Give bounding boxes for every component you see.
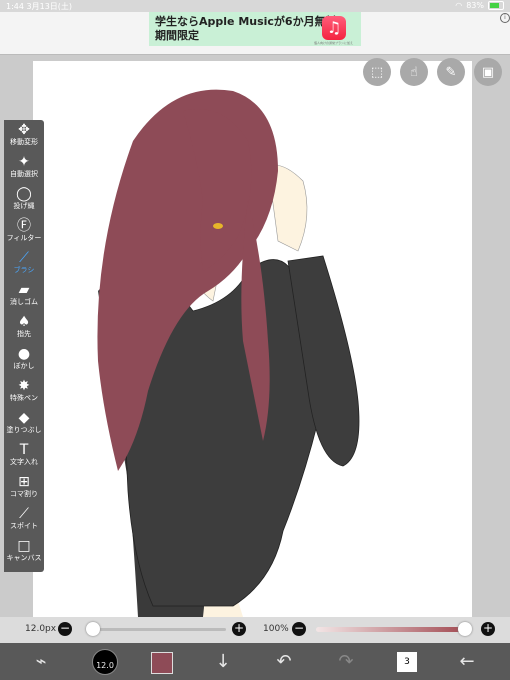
tool-filter[interactable]: Ⓕ フィルター [4, 216, 44, 248]
apple-music-icon: ♫ [322, 16, 346, 40]
magic-wand-icon: ✦ [18, 154, 30, 170]
tool-lasso[interactable]: ◯ 投げ縄 [4, 184, 44, 216]
status-bar: 1:44 3月13日(土) ◠ 83% [0, 0, 510, 12]
blur-drop-icon: ● [17, 346, 31, 362]
brush-size-increase-button[interactable]: + [232, 622, 246, 636]
arrow-down-icon[interactable]: ↓ [210, 649, 236, 675]
hand-gesture-icon[interactable]: ☝ [400, 58, 428, 86]
smudge-icon: ♠ [17, 314, 31, 330]
layers-icon[interactable]: 3 [397, 652, 417, 672]
brush-preview-size: 12.0 [96, 661, 114, 670]
tool-special-pen[interactable]: ✸ 特殊ペン [4, 376, 44, 408]
info-icon[interactable]: i [500, 13, 510, 23]
opacity-increase-button[interactable]: + [481, 622, 495, 636]
tool-move-transform[interactable]: ✥ 移動変形 [4, 120, 44, 152]
move-icon: ✥ [18, 122, 30, 138]
tool-blur[interactable]: ● ぼかし [4, 344, 44, 376]
brush-settings-icon[interactable]: ⌁ [28, 649, 54, 675]
tool-brush[interactable]: ⟋ ブラシ [4, 248, 44, 280]
ad-text: 学生ならApple Musicが6か月無料。 期間限定 [155, 15, 348, 42]
redo-icon[interactable]: ↷ [333, 649, 359, 675]
lasso-icon: ◯ [16, 186, 32, 202]
canvas-top-tools: ⬚ ☝ ✎ ▣ [363, 58, 502, 86]
brush-size-slider-track[interactable] [90, 628, 226, 631]
eyedropper-icon: ⟋ [19, 506, 29, 522]
status-right: ◠ 83% [455, 1, 504, 10]
tool-smudge[interactable]: ♠ 指先 [4, 312, 44, 344]
ad-fine-print: 個人向けの通常プランに加え [314, 41, 354, 45]
wifi-icon: ◠ [455, 1, 463, 10]
panel-divide-icon: ⊞ [18, 474, 30, 490]
tool-eraser[interactable]: ▰ 消しゴム [4, 280, 44, 312]
tool-eyedropper[interactable]: ⟋ スポイト [4, 504, 44, 536]
brush-size-decrease-button[interactable]: − [58, 622, 72, 636]
opacity-decrease-button[interactable]: − [292, 622, 306, 636]
brush-size-readout: 12.0px [25, 624, 57, 634]
canvas-icon: □ [17, 538, 31, 554]
text-icon: T [19, 442, 29, 458]
battery-icon [488, 1, 504, 10]
bottom-toolbar: ⌁ ↓ ↶ ↷ ← [0, 643, 510, 680]
tool-text[interactable]: T 文字入れ [4, 440, 44, 472]
pen-icon[interactable]: ✎ [437, 58, 465, 86]
opacity-slider-track[interactable] [316, 627, 466, 632]
brush-icon: ⟋ [19, 250, 29, 266]
workspace [0, 55, 510, 617]
left-toolbar: ✥ 移動変形 ✦ 自動選択 ◯ 投げ縄 Ⓕ フィルター ⟋ ブラシ ▰ 消しゴム ♠ 指先 ●… [4, 120, 44, 572]
opacity-readout: 100% [263, 624, 289, 634]
opacity-slider-thumb[interactable] [458, 622, 472, 636]
slider-row: 12.0px − + 100% − + [0, 617, 510, 643]
material-image-icon[interactable]: ▣ [474, 58, 502, 86]
selection-icon[interactable]: ⬚ [363, 58, 391, 86]
eraser-icon: ▰ [18, 282, 30, 298]
undo-icon[interactable]: ↶ [271, 649, 297, 675]
special-pen-icon: ✸ [18, 378, 30, 394]
tool-fill[interactable]: ◆ 塗りつぶし [4, 408, 44, 440]
fill-bucket-icon: ◆ [18, 410, 30, 426]
tool-canvas[interactable]: □ キャンバス [4, 536, 44, 568]
ad-bar: 学生ならApple Musicが6か月無料。 期間限定 ♫ 個人向けの通常プラン… [0, 12, 510, 55]
battery-percent: 83% [466, 1, 484, 10]
color-swatch[interactable] [151, 652, 173, 674]
tool-auto-select[interactable]: ✦ 自動選択 [4, 152, 44, 184]
tool-panel-divide[interactable]: ⊞ コマ割り [4, 472, 44, 504]
fx-icon: Ⓕ [17, 218, 31, 234]
status-time: 1:44 3月13日(土) [6, 2, 73, 11]
brush-size-slider-thumb[interactable] [86, 622, 100, 636]
drawing-canvas[interactable] [33, 61, 472, 617]
artwork-illustration [97, 89, 360, 617]
ad-banner[interactable]: 学生ならApple Musicが6か月無料。 期間限定 ♫ 個人向けの通常プラン… [149, 12, 510, 46]
back-arrow-icon[interactable]: ← [454, 649, 480, 675]
